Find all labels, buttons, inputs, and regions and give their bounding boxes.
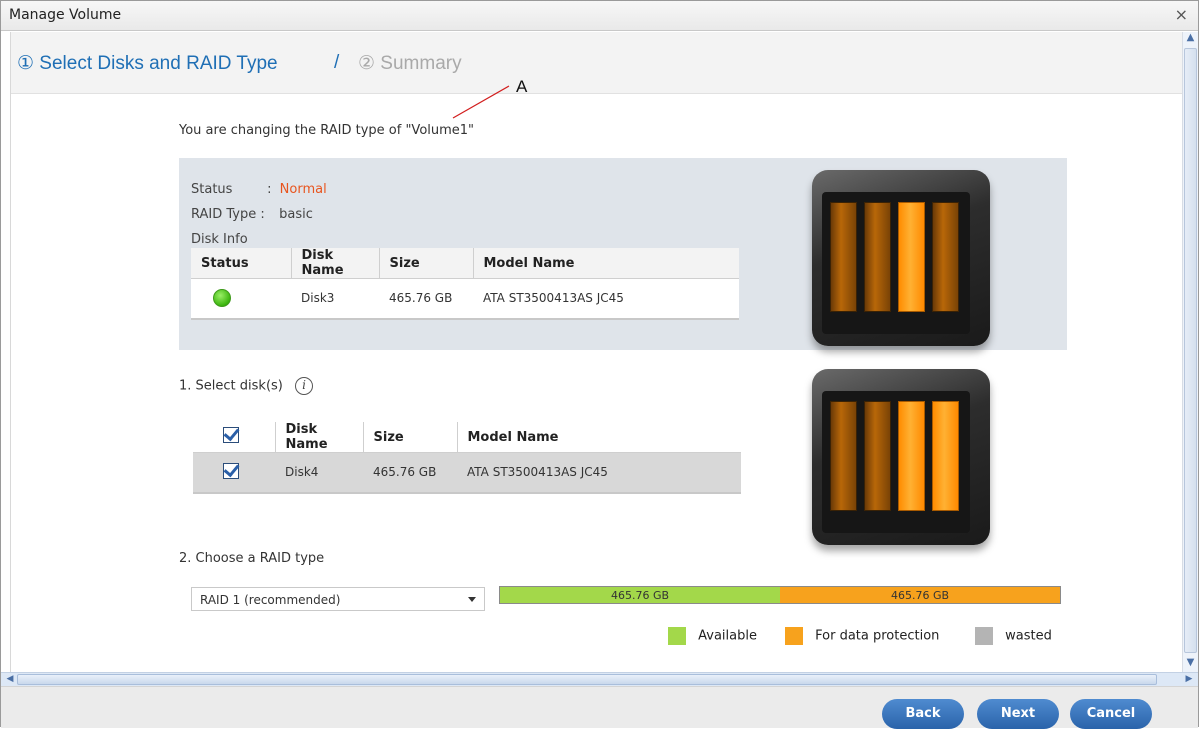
vertical-scroll-thumb[interactable]	[1184, 48, 1197, 653]
drive-bay-4	[932, 202, 959, 312]
scroll-left-icon[interactable]: ◀	[3, 673, 17, 686]
select-disks-section: 1. Select disk(s) i	[179, 377, 313, 395]
scroll-down-icon[interactable]: ▼	[1183, 657, 1198, 672]
select-all-cell	[193, 422, 276, 453]
raid-type-label: RAID Type :	[191, 207, 265, 222]
annotation-pointer-line	[452, 85, 510, 119]
select-disk-table: Disk Name Size Model Name Disk4 465.76 G…	[193, 422, 741, 494]
nas-device-image-current	[812, 170, 990, 346]
status-cell	[191, 279, 291, 319]
column-header-model-name: Model Name	[457, 422, 741, 453]
status-label: Status	[191, 182, 233, 197]
legend-swatch-protection	[785, 627, 803, 645]
model-cell: ATA ST3500413AS JC45	[457, 452, 741, 493]
disk-name-cell: Disk3	[301, 291, 335, 306]
dialog-content: ① Select Disks and RAID Type / ② Summary…	[10, 32, 1182, 672]
capacity-protection-segment: 465.76 GB	[780, 587, 1060, 603]
column-header-status: Status	[191, 248, 292, 279]
vertical-scrollbar[interactable]: ▲ ▼	[1182, 32, 1198, 672]
table-row: Disk3 465.76 GB ATA ST3500413AS JC45	[191, 279, 739, 319]
drive-bay-1	[830, 401, 857, 511]
column-header-disk-name: Disk Name	[291, 248, 380, 279]
drive-bay-2	[864, 401, 891, 511]
green-status-dot-icon	[213, 289, 231, 308]
legend-label-wasted: wasted	[1005, 628, 1052, 644]
disk-info-label: Disk Info	[191, 232, 248, 247]
legend-data-protection: For data protection	[785, 627, 939, 645]
drive-bay-3	[898, 202, 925, 312]
dropdown-arrow-icon[interactable]	[468, 597, 476, 602]
info-icon[interactable]: i	[295, 377, 313, 395]
raid-type-section-label: 2. Choose a RAID type	[179, 551, 325, 566]
current-disk-table: Status Disk Name Size Model Name Disk3 4…	[191, 248, 739, 320]
status-value: Normal	[279, 182, 327, 197]
horizontal-scrollbar[interactable]: ◀ ▶	[1, 672, 1198, 686]
current-volume-panel: Status : Normal RAID Type : basic Disk I…	[179, 158, 1067, 350]
status-separator: :	[267, 182, 272, 197]
dialog-title: Manage Volume	[9, 7, 122, 23]
column-header-size: Size	[379, 248, 474, 279]
raid-type-selected-value: RAID 1 (recommended)	[200, 593, 341, 607]
drive-bay-1	[830, 202, 857, 312]
intro-text: You are changing the RAID type of "Volum…	[179, 123, 475, 138]
scroll-up-icon[interactable]: ▲	[1183, 32, 1198, 47]
size-cell: 465.76 GB	[363, 452, 457, 493]
column-header-disk-name: Disk Name	[275, 422, 364, 453]
raid-type-value: basic	[279, 207, 313, 222]
drive-bay-3	[898, 401, 925, 511]
legend-label-available: Available	[698, 628, 757, 644]
back-button[interactable]: Back	[882, 699, 964, 729]
next-button[interactable]: Next	[977, 699, 1059, 729]
horizontal-scroll-thumb[interactable]	[17, 674, 1157, 685]
model-cell: ATA ST3500413AS JC45	[483, 291, 624, 306]
scroll-right-icon[interactable]: ▶	[1182, 673, 1196, 686]
table-header-row: Status Disk Name Size Model Name	[191, 248, 739, 279]
select-disks-label: 1. Select disk(s)	[179, 378, 283, 394]
status-row: Status : Normal	[191, 182, 327, 197]
annotation-label: A	[516, 77, 528, 96]
drive-bay-4	[932, 401, 959, 511]
legend-available: Available	[668, 627, 757, 645]
size-cell: 465.76 GB	[389, 291, 453, 306]
legend-swatch-available	[668, 627, 686, 645]
capacity-bar: 465.76 GB 465.76 GB	[499, 586, 1061, 604]
drive-bay-2	[864, 202, 891, 312]
cancel-button[interactable]: Cancel	[1070, 699, 1152, 729]
disk-name-cell: Disk4	[275, 452, 363, 493]
disk-checkbox[interactable]	[223, 462, 239, 479]
column-header-size: Size	[363, 422, 458, 453]
row-checkbox-cell	[193, 452, 275, 493]
select-all-checkbox[interactable]	[223, 427, 239, 443]
table-header-row: Disk Name Size Model Name	[193, 422, 741, 453]
title-bar: Manage Volume ×	[1, 1, 1198, 31]
table-row[interactable]: Disk4 465.76 GB ATA ST3500413AS JC45	[193, 452, 741, 493]
legend-swatch-wasted	[975, 627, 993, 645]
legend-label-protection: For data protection	[815, 628, 940, 644]
legend-wasted: wasted	[975, 627, 1052, 645]
dialog-footer: Back Next Cancel	[1, 686, 1198, 729]
close-icon[interactable]: ×	[1175, 5, 1188, 24]
manage-volume-dialog: Manage Volume × ① Select Disks and RAID …	[0, 0, 1199, 729]
raid-type-select[interactable]: RAID 1 (recommended)	[191, 587, 485, 611]
capacity-available-segment: 465.76 GB	[500, 587, 780, 603]
nas-device-image-new	[812, 369, 990, 545]
raid-type-row: RAID Type : basic	[191, 207, 313, 222]
column-header-model-name: Model Name	[473, 248, 739, 279]
